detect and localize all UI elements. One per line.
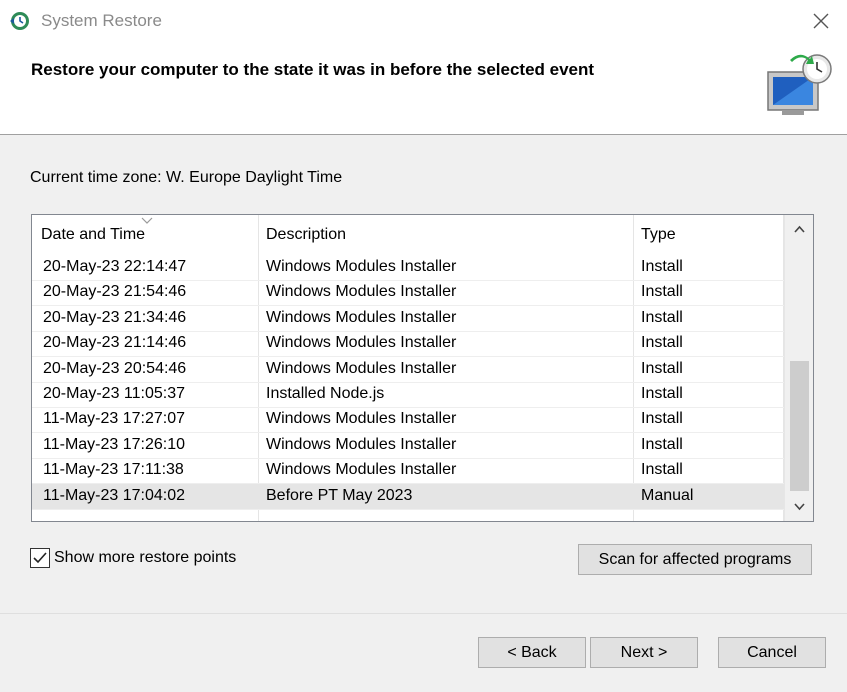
scrollbar-thumb[interactable] xyxy=(790,361,809,491)
row-description-cell: Windows Modules Installer xyxy=(266,308,457,326)
table-row[interactable]: 11-May-23 17:26:10 Windows Modules Instal… xyxy=(32,433,784,459)
row-date-cell: 20-May-23 22:14:47 xyxy=(43,258,187,275)
row-date-cell: 11-May-23 17:11:38 xyxy=(43,461,184,479)
row-type-cell: Install xyxy=(641,359,683,377)
row-type-cell: Manual xyxy=(641,486,694,504)
title-bar: System Restore xyxy=(0,0,847,42)
row-type-cell: Install xyxy=(641,435,683,453)
column-description[interactable]: Description xyxy=(266,226,346,244)
sort-descending-icon xyxy=(141,217,153,224)
table-row[interactable]: 11-May-23 17:11:38 Windows Modules Instal… xyxy=(32,458,784,485)
show-more-checkbox[interactable] xyxy=(30,548,50,568)
table-row[interactable]: 11-May-23 17:04:02 Before PT May 2023 Manu… xyxy=(32,483,784,510)
row-description-cell: Windows Modules Installer xyxy=(266,359,457,377)
table-row[interactable]: 20-May-23 20:54:46 Windows Modules Instal… xyxy=(32,357,784,383)
row-description-cell: Before PT May 2023 xyxy=(266,486,413,504)
row-date-cell: 20-May-23 21:34:46 xyxy=(43,308,187,326)
row-date-cell: 11-May-23 17:04:02 xyxy=(43,486,186,504)
row-type-cell: Install xyxy=(641,334,683,352)
table-row[interactable]: 20-May-23 11:05:37 Installed Node.js Insta… xyxy=(32,382,784,408)
row-type-cell: Install xyxy=(641,258,683,275)
row-date-cell: 11-May-23 17:27:07 xyxy=(43,410,186,428)
table-row[interactable]: 20-May-23 22:14:47 Windows Modules Instal… xyxy=(32,255,784,281)
row-date-cell: 20-May-23 11:05:37 xyxy=(43,385,186,402)
row-date-cell: 20-May-23 20:54:46 xyxy=(43,359,187,377)
window-title: System Restore xyxy=(41,11,162,30)
back-button[interactable]: < Back xyxy=(478,637,586,668)
scan-affected-programs-button[interactable]: Scan for affected programs xyxy=(578,544,812,575)
column-type[interactable]: Type xyxy=(641,226,676,244)
cancel-button[interactable]: Cancel xyxy=(718,637,826,668)
column-date-and-time[interactable]: Date and Time xyxy=(41,226,145,244)
row-description-cell: Windows Modules Installer xyxy=(266,334,457,352)
time-zone-label: Current time zone: W. Europe Daylight Ti… xyxy=(30,169,343,186)
list-header: Date and Time Description Type xyxy=(32,215,784,255)
row-description-cell: Windows Modules Installer xyxy=(266,258,457,275)
vertical-scrollbar[interactable] xyxy=(784,215,814,521)
table-row[interactable]: 20-May-23 21:14:46 Windows Modules Instal… xyxy=(32,331,784,358)
row-date-cell: 20-May-23 21:14:46 xyxy=(43,334,187,352)
row-description-cell: Installed Node.js xyxy=(266,385,385,402)
page-heading: Restore your computer to the state it wa… xyxy=(31,60,595,79)
show-more-label[interactable]: Show more restore points xyxy=(54,549,236,567)
close-icon[interactable] xyxy=(806,6,836,36)
row-type-cell: Install xyxy=(641,283,683,301)
row-type-cell: Install xyxy=(641,385,683,402)
restore-computer-icon xyxy=(767,54,832,115)
footer-divider xyxy=(0,613,847,614)
row-type-cell: Install xyxy=(641,308,683,326)
restore-points-list[interactable]: Date and Time Description Type 20-May-23… xyxy=(31,214,814,522)
wizard-header: Restore your computer to the state it wa… xyxy=(0,42,847,135)
scroll-down-icon[interactable] xyxy=(785,491,814,521)
row-description-cell: Windows Modules Installer xyxy=(266,283,457,301)
next-button[interactable]: Next > xyxy=(590,637,698,668)
row-type-cell: Install xyxy=(641,410,683,428)
table-row[interactable]: 20-May-23 21:54:46 Windows Modules Instal… xyxy=(32,280,784,307)
row-description-cell: Windows Modules Installer xyxy=(266,435,457,453)
system-restore-window: System Restore Restore your computer to … xyxy=(0,0,847,692)
row-date-cell: 11-May-23 17:26:10 xyxy=(43,435,186,453)
row-description-cell: Windows Modules Installer xyxy=(266,410,457,428)
scroll-up-icon[interactable] xyxy=(785,215,814,245)
row-date-cell: 20-May-23 21:54:46 xyxy=(43,283,187,301)
table-row[interactable]: 11-May-23 17:27:07 Windows Modules Instal… xyxy=(32,407,784,434)
row-type-cell: Install xyxy=(641,461,683,479)
system-restore-icon xyxy=(10,12,29,30)
row-description-cell: Windows Modules Installer xyxy=(266,461,457,479)
table-row[interactable]: 20-May-23 21:34:46 Windows Modules Instal… xyxy=(32,306,784,332)
